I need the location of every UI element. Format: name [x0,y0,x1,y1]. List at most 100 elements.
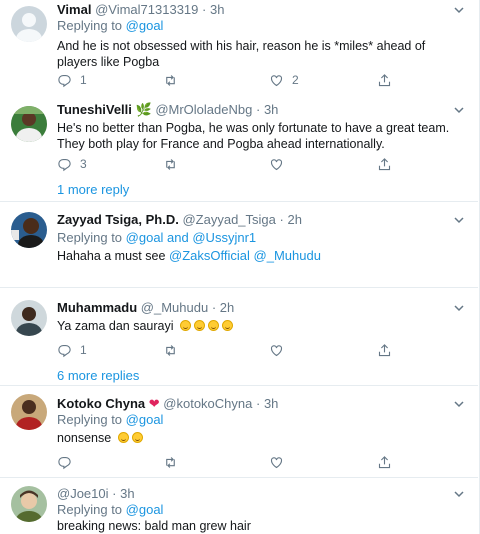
laughing-emoji-icon [131,432,143,443]
author-name[interactable]: Vimal [57,2,91,17]
author-name[interactable]: Kotoko Chyna [57,396,145,411]
reply-button[interactable]: 1 [57,342,87,358]
share-icon [378,73,391,86]
tweet-vimal[interactable]: Vimal @Vimal71313319 · 3h Replying to @g… [0,0,478,88]
timestamp[interactable]: 3h [264,102,278,117]
author-handle[interactable]: @_Muhudu [141,300,208,315]
retweet-button[interactable] [163,156,178,172]
reply-button[interactable]: 1 [57,72,87,88]
more-replies-link[interactable]: 6 more replies [57,368,139,383]
more-replies-link[interactable]: 1 more reply [57,182,129,197]
share-icon [378,455,391,468]
tweet-text: Hahaha a must see [57,249,166,263]
mention-link[interactable]: @ZaksOfficial [169,248,250,263]
like-button[interactable] [269,156,284,172]
reply-count: 3 [80,157,87,171]
chevron-down-icon[interactable] [452,301,466,315]
avatar[interactable] [11,486,47,522]
like-button[interactable] [269,454,284,470]
avatar[interactable] [11,106,47,142]
separator-dot: · [211,300,217,315]
replying-to-label: Replying to [57,230,123,245]
reply-icon [58,158,71,171]
tweet-muhammadu[interactable]: Muhammadu @_Muhudu · 2h Ya zama dan saur… [0,288,478,386]
author-name[interactable]: TuneshiVelli [57,102,132,117]
author-handle[interactable]: @Zayyad_Tsiga [182,212,275,227]
timestamp[interactable]: 3h [210,2,224,17]
share-icon [378,343,391,356]
tweet-zayyad[interactable]: Zayyad Tsiga, Ph.D. @Zayyad_Tsiga · 2h R… [0,202,478,288]
tweet-actions: 1 [57,342,391,358]
laughing-emoji-icon [208,320,220,331]
replying-to-link[interactable]: @goal [126,412,164,427]
mention-link[interactable]: @_Muhudu [254,248,321,263]
tweet-kotoko-chyna[interactable]: Kotoko Chyna ❤ @kotokoChyna · 3h Replyin… [0,386,478,478]
tweet-tuneshivelli[interactable]: TuneshiVelli 🌿 @MrOloladeNbg · 3h He's n… [0,98,478,202]
reply-icon [58,344,71,357]
like-button[interactable]: 2 [269,72,299,88]
retweet-button[interactable] [163,342,178,358]
like-count: 2 [292,73,299,87]
reply-button[interactable]: 3 [57,156,87,172]
tweet-text: nonsense [57,431,112,445]
share-button[interactable] [377,156,392,172]
like-icon [270,74,283,86]
avatar[interactable] [11,394,47,430]
share-icon [378,157,391,170]
avatar[interactable] [11,6,47,42]
replying-to-link[interactable]: @goal [126,18,164,33]
heart-emoji-icon: ❤ [148,396,160,411]
reply-icon [58,74,71,87]
plant-emoji-icon: 🌿 [135,102,152,117]
laughing-emoji-icon [180,320,192,331]
replying-to-label: Replying to [57,18,123,33]
separator-dot: · [255,396,261,411]
retweet-icon [166,158,175,170]
laughing-emoji-icon [222,320,234,331]
like-icon [270,158,283,170]
replying-to-label: Replying to [57,412,123,427]
tweet-text: breaking news: bald man grew hair [57,519,251,533]
like-button[interactable] [269,342,284,358]
chevron-down-icon[interactable] [452,397,466,411]
retweet-button[interactable] [163,72,186,88]
timestamp[interactable]: 2h [220,300,234,315]
reply-count: 1 [80,343,87,357]
reply-button[interactable] [57,454,72,470]
retweet-icon [166,456,175,468]
avatar[interactable] [11,212,47,248]
author-handle[interactable]: @Joe10i [57,486,109,501]
separator-dot: · [202,2,207,17]
chevron-down-icon[interactable] [452,213,466,227]
retweet-icon [166,74,175,86]
author-handle[interactable]: @kotokoChyna [163,396,252,411]
timestamp[interactable]: 2h [287,212,301,227]
chevron-down-icon[interactable] [452,487,466,501]
tweet-actions: 1 2 [57,72,391,88]
share-button[interactable] [377,72,392,88]
separator-dot: · [279,212,284,227]
like-icon [270,344,283,356]
timestamp[interactable]: 3h [120,486,134,501]
laughing-emoji-icon [117,432,129,443]
chevron-down-icon[interactable] [452,103,466,117]
share-button[interactable] [377,342,392,358]
author-name[interactable]: Zayyad Tsiga, Ph.D. [57,212,179,227]
tweet-text: He's no better than Pogba, he was only f… [57,121,450,151]
retweet-button[interactable] [163,454,178,470]
timestamp[interactable]: 3h [264,396,278,411]
share-button[interactable] [377,454,392,470]
separator-dot: · [255,102,261,117]
replying-to-label: Replying to [57,502,123,517]
tweet-joe10i[interactable]: @Joe10i · 3h Replying to @goal breaking … [0,478,478,534]
reply-count: 1 [80,73,87,87]
chevron-down-icon[interactable] [452,3,466,17]
author-name[interactable]: Muhammadu [57,300,137,315]
tweet-text: And he is not obsessed with his hair, re… [57,39,426,69]
tweet-actions [57,454,391,470]
replying-to-link[interactable]: @goal and @Ussyjnr1 [126,230,256,245]
author-handle[interactable]: @Vimal71313319 [95,2,198,17]
avatar[interactable] [11,300,47,336]
replying-to-link[interactable]: @goal [126,502,164,517]
author-handle[interactable]: @MrOloladeNbg [155,102,252,117]
